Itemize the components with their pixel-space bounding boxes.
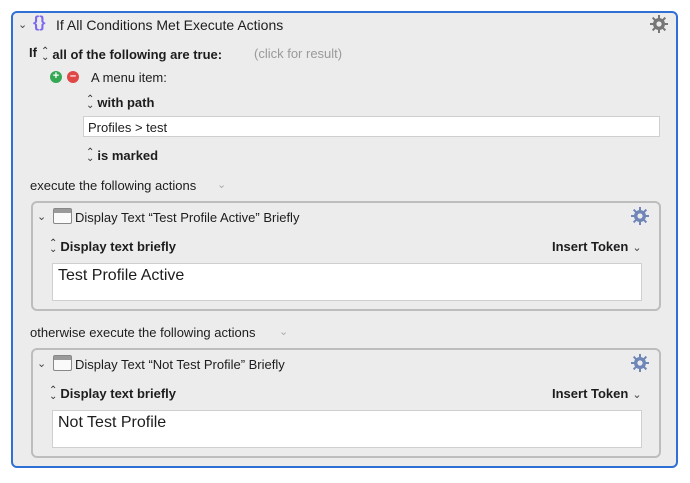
display-mode-selector[interactable]: ⌃ ⌄ Display text briefly [49,385,176,403]
match-selector[interactable]: ⌃ ⌄ all of the following are true: [41,46,222,64]
collapse-chevron-icon[interactable]: ⌄ [18,18,27,31]
add-condition-icon[interactable]: + [50,71,62,83]
updown-arrows-icon: ⌃ ⌄ [49,237,58,255]
remove-condition-icon[interactable]: – [67,71,79,83]
chevron-down-icon: ⌄ [632,389,642,401]
otherwise-label: otherwise execute the following actions [30,325,256,340]
display-text-input[interactable]: Test Profile Active [52,263,642,301]
gear-icon[interactable] [630,353,650,373]
action-title[interactable]: If All Conditions Met Execute Actions [56,17,283,33]
chevron-down-icon: ⌄ [632,242,642,254]
chevron-down-icon[interactable]: ⌄ [279,325,288,338]
path-selector[interactable]: ⌃ ⌄ with path [86,94,154,112]
collapse-chevron-icon[interactable]: ⌄ [37,210,46,223]
collapse-chevron-icon[interactable]: ⌄ [37,357,46,370]
display-mode-selector[interactable]: ⌃ ⌄ Display text briefly [49,238,176,256]
display-text-action: ⌄ Display Text “Test Profile Active” Bri… [31,201,661,311]
window-icon [53,355,72,371]
updown-arrows-icon: ⌃ ⌄ [49,384,58,402]
if-action-container: ⌄ {} If All Conditions Met Execute Actio… [11,11,678,468]
chevron-down-icon[interactable]: ⌄ [217,178,226,191]
gear-icon[interactable] [649,14,669,34]
insert-token-button[interactable]: Insert Token ⌄ [552,385,642,403]
condition-item-label: A menu item: [91,70,167,85]
action-title[interactable]: Display Text “Test Profile Active” Brief… [75,210,299,225]
execute-label: execute the following actions [30,178,197,193]
insert-token-button[interactable]: Insert Token ⌄ [552,238,642,256]
window-icon [53,208,72,224]
display-text-action: ⌄ Display Text “Not Test Profile” Briefl… [31,348,661,458]
updown-arrows-icon: ⌃ ⌄ [41,45,50,63]
menu-path-input[interactable]: Profiles > test [83,116,660,137]
gear-icon[interactable] [630,206,650,226]
display-text-input[interactable]: Not Test Profile [52,410,642,448]
result-hint[interactable]: (click for result) [254,46,342,61]
updown-arrows-icon: ⌃ ⌄ [86,146,95,164]
updown-arrows-icon: ⌃ ⌄ [86,93,95,111]
braces-icon: {} [33,14,46,31]
action-title[interactable]: Display Text “Not Test Profile” Briefly [75,357,285,372]
state-selector[interactable]: ⌃ ⌄ is marked [86,147,158,165]
if-label: If [29,45,37,60]
